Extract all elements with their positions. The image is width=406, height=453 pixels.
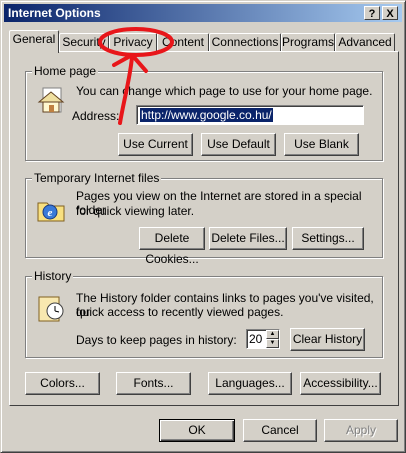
tab-programs[interactable]: Programs [281,33,335,51]
address-label: Address: [72,109,120,123]
settings-button[interactable]: Settings... [292,227,364,250]
ie-folder-icon: e [37,202,65,222]
cancel-button[interactable]: Cancel [243,419,317,442]
delete-cookies-button[interactable]: Delete Cookies... [139,227,205,266]
clear-history-button[interactable]: Clear History [290,328,365,351]
svg-text:e: e [48,207,53,219]
accessibility-button[interactable]: Accessibility... [300,372,381,395]
colors-button[interactable]: Colors... [25,372,100,395]
window-title: Internet Options [8,6,101,20]
general-tab-panel: Home page You can change which page to u… [9,51,399,406]
fonts-button[interactable]: Fonts... [116,372,191,395]
temporary-internet-files-group: Temporary Internet files e Pages you vie… [25,171,383,266]
tab-privacy[interactable]: Privacy [109,33,157,51]
spin-down-icon[interactable]: ▼ [266,339,279,348]
title-bar[interactable]: Internet Options ? X [4,4,402,22]
tab-content[interactable]: Content [157,33,209,51]
use-current-button[interactable]: Use Current [118,133,193,156]
tab-security[interactable]: Security [59,33,109,51]
days-value: 20 [249,332,263,346]
address-value: http://www.google.co.hu/ [140,108,273,122]
apply-button-label: Apply [345,423,377,437]
languages-button[interactable]: Languages... [208,372,292,395]
close-button[interactable]: X [382,6,398,20]
home-page-legend: Home page [32,64,99,78]
tab-connections[interactable]: Connections [209,33,281,51]
history-clock-icon [38,296,64,322]
use-default-button[interactable]: Use Default [201,133,276,156]
tab-general[interactable]: General [9,30,59,53]
apply-button[interactable]: Apply [324,419,398,442]
history-description-line2: quick access to recently viewed pages. [76,305,284,319]
ok-button[interactable]: OK [159,419,235,442]
tab-strip: General Security Privacy Content Connect… [9,30,399,53]
temporary-files-legend: Temporary Internet files [32,171,162,185]
history-group: History The History folder contains link… [25,269,383,358]
delete-files-button[interactable]: Delete Files... [209,227,287,250]
days-spin-box[interactable]: 20 ▲ ▼ [246,329,280,349]
use-blank-button[interactable]: Use Blank [284,133,359,156]
history-legend: History [32,269,74,283]
spin-up-icon[interactable]: ▲ [266,330,279,339]
home-page-description: You can change which page to use for you… [76,84,373,98]
home-page-group: Home page You can change which page to u… [25,64,383,161]
internet-options-window: Internet Options ? X General Security Pr… [0,0,406,453]
tab-advanced[interactable]: Advanced [335,33,395,51]
days-to-keep-label: Days to keep pages in history: [76,333,237,347]
house-icon [37,87,65,113]
temp-files-description-line2: for quick viewing later. [76,204,195,218]
help-button[interactable]: ? [364,6,380,20]
address-field[interactable]: http://www.google.co.hu/ [136,105,364,125]
